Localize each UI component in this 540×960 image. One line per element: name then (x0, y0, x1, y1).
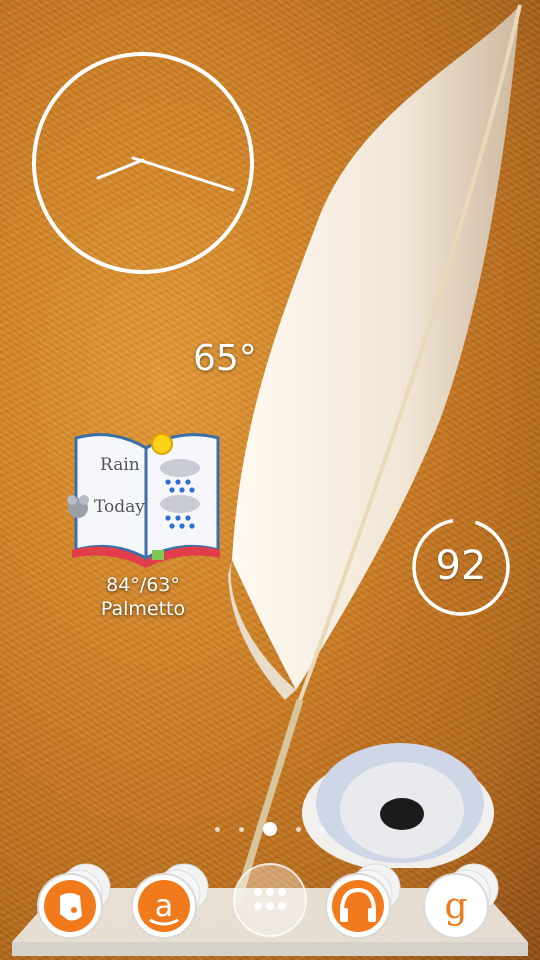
svg-text:Rain: Rain (100, 455, 140, 475)
inkwell-illustration (302, 743, 494, 868)
weather-high-low: 84°/63° (106, 574, 180, 596)
weather-widget[interactable]: Rain Today 84°/63° Palmetto (62, 408, 224, 623)
page-dot-4[interactable] (296, 826, 301, 832)
music-headphones-icon[interactable] (318, 858, 408, 948)
amazon-icon[interactable]: a (126, 858, 216, 948)
page-dot-1[interactable] (215, 826, 220, 832)
battery-widget[interactable]: 92 (410, 516, 512, 618)
clock-minute-hand (131, 156, 235, 192)
svg-text:Today: Today (94, 497, 145, 517)
app-drawer-button[interactable] (232, 862, 308, 938)
clock-hour-hand (96, 158, 145, 180)
weather-location: Palmetto (100, 598, 186, 620)
weather-book-icon: Rain Today (67, 433, 220, 568)
page-dot-2[interactable] (239, 826, 244, 832)
page-dot-3-active[interactable] (263, 822, 277, 836)
home-page-indicator[interactable] (215, 820, 325, 838)
google-icon[interactable]: g (416, 858, 506, 948)
svg-text:a: a (155, 889, 173, 924)
page-dot-5[interactable] (320, 826, 325, 832)
svg-text:g: g (444, 886, 467, 927)
current-temperature[interactable]: 65° (193, 338, 257, 379)
evernote-icon[interactable] (30, 858, 120, 948)
battery-level-text: 92 (435, 543, 487, 589)
analog-clock-widget[interactable] (30, 50, 256, 276)
